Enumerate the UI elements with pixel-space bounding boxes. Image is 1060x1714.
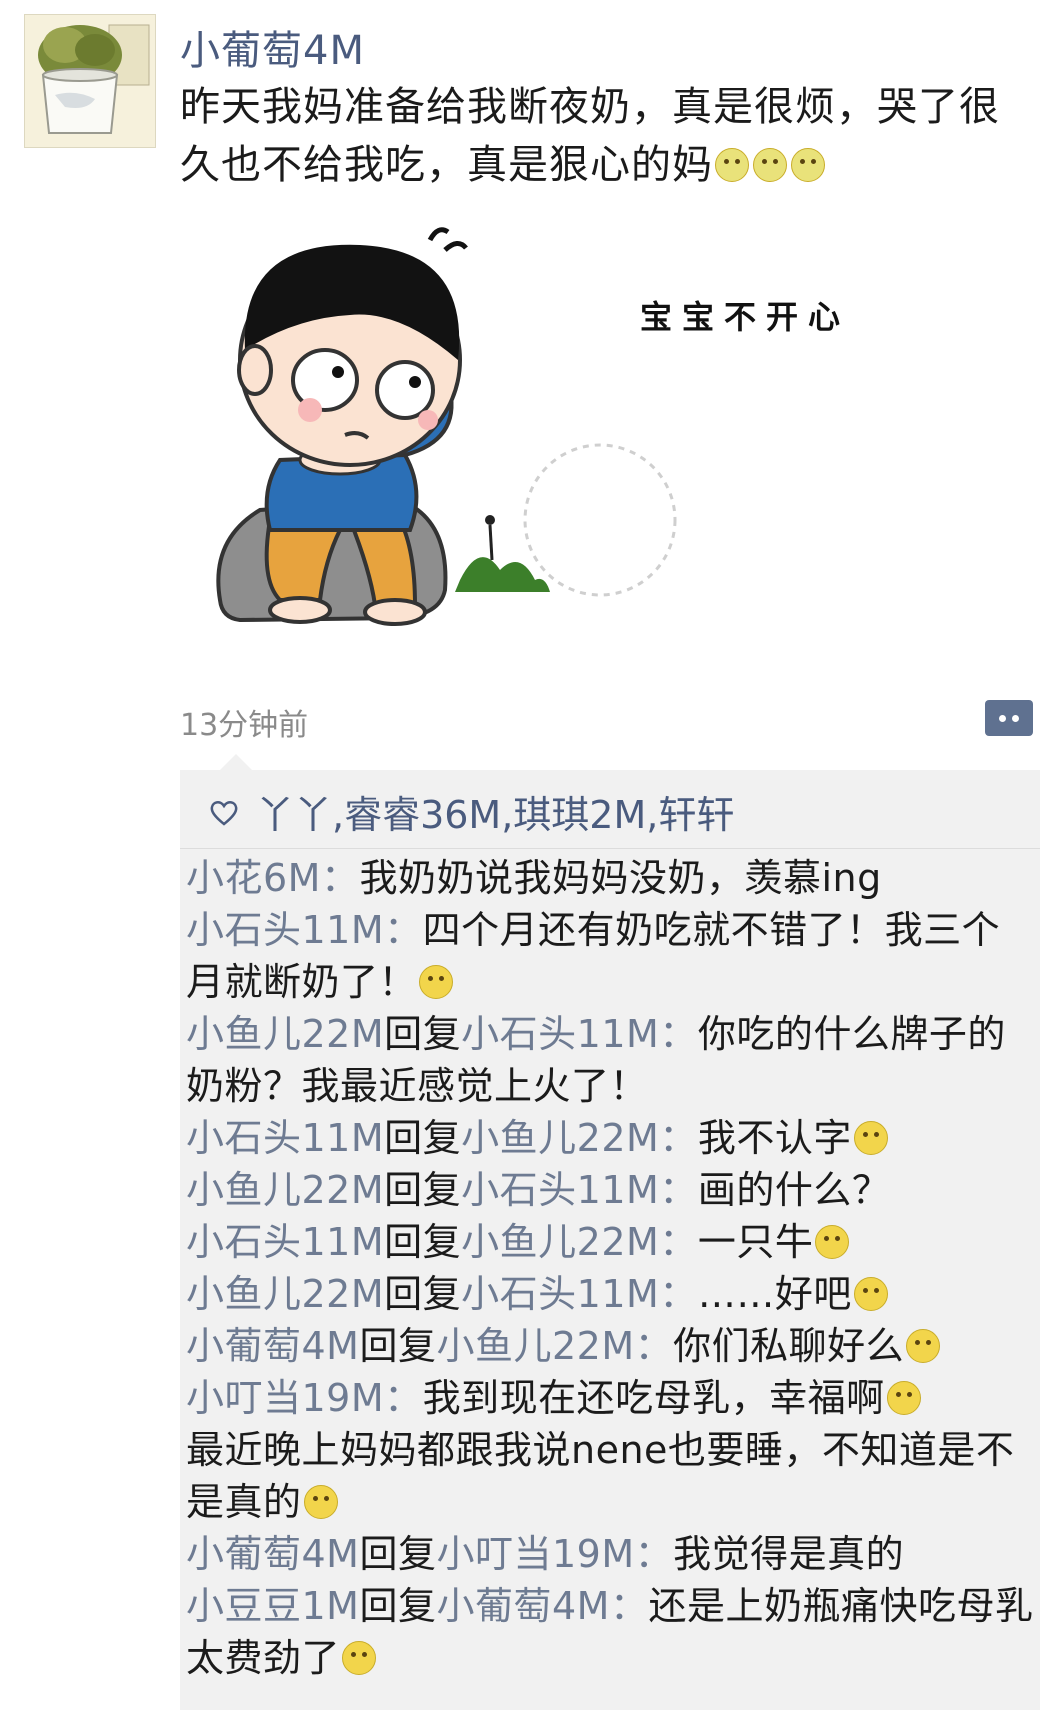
- comment-separator: ：: [659, 1168, 698, 1212]
- commenter-name[interactable]: 小花6M: [186, 856, 321, 900]
- commenter-name[interactable]: 小石头11M: [186, 1220, 384, 1264]
- comment-item[interactable]: 小叮当19M：我到现在还吃母乳，幸福啊: [186, 1372, 1036, 1424]
- comment-separator: ：: [384, 908, 423, 952]
- comment-text: 一只牛: [697, 1220, 814, 1264]
- comment-item[interactable]: 小石头11M：四个月还有奶吃就不错了！我三个月就断奶了！: [186, 904, 1036, 1008]
- sad-baby-sticker-image: [216, 227, 677, 626]
- reply-target-name[interactable]: 小鱼儿22M: [461, 1220, 659, 1264]
- dot-icon: [999, 715, 1006, 722]
- comment-item[interactable]: 最近晚上妈妈都跟我说nene也要睡，不知道是不是真的: [186, 1424, 1036, 1528]
- commenter-name[interactable]: 小石头11M: [186, 1116, 384, 1160]
- post-text: 昨天我妈准备给我断夜奶，真是很烦，哭了很久也不给我吃，真是狠心的妈: [180, 78, 1030, 194]
- interaction-panel: 丫丫,睿睿36M,琪琪2M,轩轩 小花6M：我奶奶说我妈妈没奶，羡慕ing 小石头…: [180, 754, 1040, 1710]
- reply-target-name[interactable]: 小石头11M: [461, 1272, 659, 1316]
- grin-emoji-icon: [303, 1485, 338, 1519]
- commenter-name[interactable]: 小葡萄4M: [186, 1324, 359, 1368]
- commenter-name[interactable]: 小叮当19M: [186, 1376, 384, 1420]
- comment-separator: ：: [659, 1116, 698, 1160]
- reply-label: 回复: [384, 1168, 462, 1212]
- divider: [180, 848, 1040, 849]
- comment-separator: ：: [634, 1532, 674, 1576]
- commenter-name[interactable]: 小葡萄4M: [186, 1532, 359, 1576]
- reply-target-name[interactable]: 小叮当19M: [436, 1532, 634, 1576]
- grin-emoji-icon: [853, 1277, 888, 1311]
- smile-emoji-icon: [815, 1225, 850, 1259]
- commenter-name[interactable]: 小石头11M: [186, 908, 384, 952]
- comment-separator: ：: [659, 1012, 698, 1056]
- smile-emoji-icon: [886, 1381, 921, 1415]
- comment-text: 我到现在还吃母乳，幸福啊: [422, 1376, 885, 1420]
- comment-separator: ：: [659, 1220, 698, 1264]
- comment-text: 我觉得是真的: [673, 1532, 905, 1576]
- comment-list: 小花6M：我奶奶说我妈妈没奶，羡慕ing 小石头11M：四个月还有奶吃就不错了！我…: [186, 852, 1036, 1684]
- shy-emoji-icon: [906, 1329, 941, 1363]
- comment-item[interactable]: 小葡萄4M回复小叮当19M：我觉得是真的: [186, 1528, 1036, 1580]
- comment-text: 画的什么？: [697, 1168, 891, 1212]
- comment-item[interactable]: 小鱼儿22M回复小石头11M：画的什么？: [186, 1164, 1036, 1216]
- commenter-name[interactable]: 小鱼儿22M: [186, 1168, 384, 1212]
- reply-label: 回复: [384, 1272, 462, 1316]
- avatar[interactable]: [24, 14, 156, 148]
- commenter-name[interactable]: 小豆豆1M: [186, 1584, 359, 1628]
- reply-target-name[interactable]: 小鱼儿22M: [436, 1324, 634, 1368]
- reply-label: 回复: [359, 1532, 437, 1576]
- comment-text: 你们私聊好么: [673, 1324, 905, 1368]
- cry-emoji-icon: [715, 148, 749, 182]
- comment-item[interactable]: 小石头11M回复小鱼儿22M：我不认字: [186, 1112, 1036, 1164]
- post-body: 昨天我妈准备给我断夜奶，真是很烦，哭了很久也不给我吃，真是狠心的妈: [180, 84, 1000, 188]
- comment-menu-button[interactable]: [985, 700, 1033, 736]
- plant-avatar-image: [25, 15, 155, 147]
- reply-label: 回复: [359, 1324, 437, 1368]
- commenter-name[interactable]: 小鱼儿22M: [186, 1012, 384, 1056]
- comment-text: 我奶奶说我妈妈没奶，羡慕ing: [359, 856, 882, 900]
- cry-emoji-icon: [791, 148, 825, 182]
- likes-names[interactable]: 丫丫,睿睿36M,琪琪2M,轩轩: [256, 793, 734, 837]
- comment-separator: ：: [384, 1376, 423, 1420]
- comment-separator: ：: [659, 1272, 698, 1316]
- comment-item[interactable]: 小鱼儿22M回复小石头11M：……好吧: [186, 1268, 1036, 1320]
- comment-item[interactable]: 小葡萄4M回复小鱼儿22M：你们私聊好么: [186, 1320, 1036, 1372]
- comment-separator: ：: [634, 1324, 674, 1368]
- cry-emoji-icon: [419, 965, 454, 999]
- reply-target-name[interactable]: 小葡萄4M: [436, 1584, 609, 1628]
- post-timestamp: 13分钟前: [180, 708, 309, 743]
- reply-label: 回复: [384, 1012, 462, 1056]
- likes-row: 丫丫,睿睿36M,琪琪2M,轩轩: [210, 784, 734, 839]
- reply-target-name[interactable]: 小石头11M: [461, 1012, 659, 1056]
- comment-item[interactable]: 小石头11M回复小鱼儿22M：一只牛: [186, 1216, 1036, 1268]
- comment-separator: ：: [320, 856, 360, 900]
- commenter-name[interactable]: 小鱼儿22M: [186, 1272, 384, 1316]
- reply-label: 回复: [384, 1116, 462, 1160]
- comment-item[interactable]: 小豆豆1M回复小葡萄4M：还是上奶瓶痛快吃母乳太费劲了: [186, 1580, 1036, 1684]
- comment-item[interactable]: 小鱼儿22M回复小石头11M：你吃的什么牌子的奶粉？我最近感觉上火了！: [186, 1008, 1036, 1112]
- sticker-caption: 宝宝不开心: [640, 298, 851, 336]
- laugh-emoji-icon: [342, 1641, 377, 1675]
- post-image[interactable]: [200, 220, 800, 670]
- heart-icon: [210, 801, 238, 826]
- comment-item[interactable]: 小花6M：我奶奶说我妈妈没奶，羡慕ing: [186, 852, 1036, 904]
- cry-emoji-icon: [753, 148, 787, 182]
- reply-target-name[interactable]: 小石头11M: [461, 1168, 659, 1212]
- reply-target-name[interactable]: 小鱼儿22M: [461, 1116, 659, 1160]
- moments-post: 小葡萄4M 昨天我妈准备给我断夜奶，真是很烦，哭了很久也不给我吃，真是狠心的妈: [0, 0, 1060, 1714]
- reply-label: 回复: [359, 1584, 437, 1628]
- grin-emoji-icon: [853, 1121, 888, 1155]
- post-author-name[interactable]: 小葡萄4M: [180, 18, 365, 76]
- dot-icon: [1012, 715, 1019, 722]
- comment-text: 我不认字: [697, 1116, 852, 1160]
- comment-separator: ：: [609, 1584, 649, 1628]
- reply-label: 回复: [384, 1220, 462, 1264]
- comment-text: ……好吧: [697, 1272, 852, 1316]
